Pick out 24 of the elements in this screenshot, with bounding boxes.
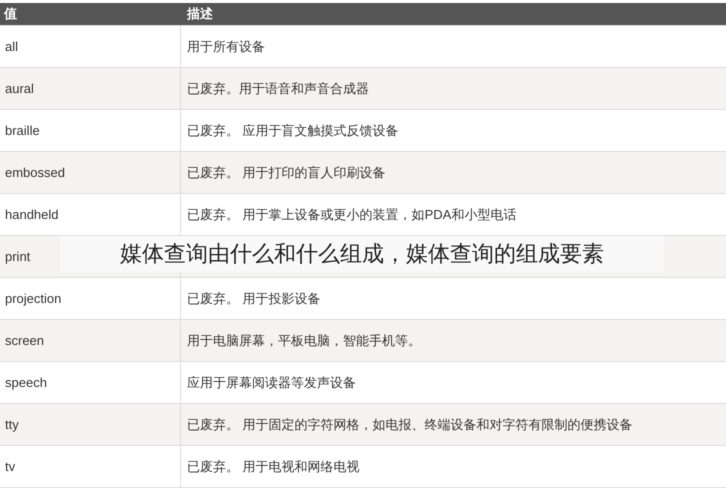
table-cell-text: handheld [5,206,58,224]
table-cell-text: 已废弃。用于语音和声音合成器 [187,80,369,98]
table-cell-text: 应用于屏幕阅读器等发声设备 [187,374,356,392]
column-header: 值 [2,5,18,24]
table-cell-text: print [5,248,30,266]
table-cell-text: speech [5,374,47,392]
table-cell-text: 已废弃。 用于打印的盲人印刷设备 [187,164,386,182]
table-cell-text: 用于所有设备 [187,38,265,56]
table-cell-text: 已废弃。 应用于盲文触摸式反馈设备 [187,122,399,140]
table-cell-text: embossed [5,164,65,182]
table-cell-text: 已废弃。 用于掌上设备或更小的装置，如PDA和小型电话 [187,206,516,224]
table-cell-text: tv [5,458,16,476]
table-cell-text: all [5,38,18,56]
table-cell-text: 已废弃。 用于固定的字符网格，如电报、终端设备和对字符有限制的便携设备 [187,416,633,434]
table-cell-text: 已废弃。 用于电视和网络电视 [187,458,360,476]
table-cell-text: braille [5,122,40,140]
caption-banner: 媒体查询由什么和什么组成，媒体查询的组成要素 [60,236,664,272]
table-cell-text: 已废弃。 用于投影设备 [187,290,321,308]
table-cell-text: projection [5,290,62,308]
table-cell-text: screen [5,332,44,350]
table-cell-text: aural [5,80,34,98]
table-cell-text: tty [5,416,19,434]
column-header: 描述 [186,5,213,24]
table-cell-text: 用于电脑屏幕，平板电脑，智能手机等。 [187,332,421,350]
